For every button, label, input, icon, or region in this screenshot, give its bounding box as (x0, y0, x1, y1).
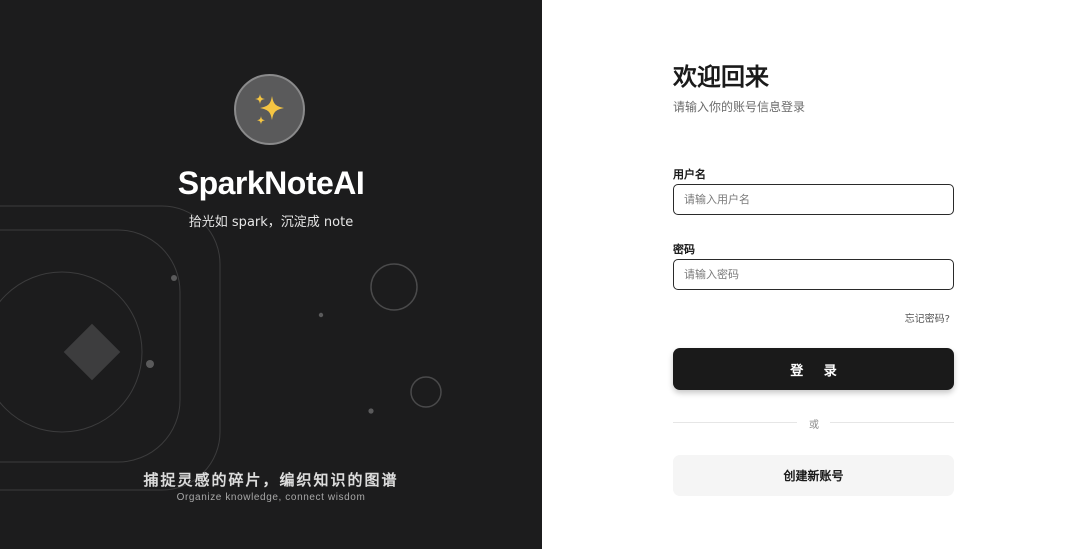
deco-diamond (63, 323, 121, 381)
login-panel: 欢迎回来 请输入你的账号信息登录 用户名 密码 忘记密码? 登 录 或 创建新账… (542, 0, 1080, 549)
deco-circle (370, 263, 418, 311)
sparkles-icon (254, 93, 284, 124)
brand-panel: SparkNoteAI 拾光如 spark，沉淀成 note 捕捉灵感的碎片，编… (0, 0, 542, 549)
deco-dot (368, 408, 374, 414)
slogan-chinese: 捕捉灵感的碎片，编织知识的图谱 (143, 471, 399, 489)
password-input[interactable] (673, 259, 954, 290)
divider-or-text: 或 (809, 420, 819, 431)
divider-line-left (673, 422, 797, 423)
password-label: 密码 (673, 243, 695, 256)
page-title: 欢迎回来 (673, 63, 769, 91)
username-input[interactable] (673, 184, 954, 215)
deco-circle (410, 376, 442, 408)
deco-dot (318, 312, 324, 318)
slogan-english: Organize knowledge, connect wisdom (176, 492, 366, 503)
deco-dot (146, 360, 154, 368)
page-subtitle: 请输入你的账号信息登录 (673, 100, 806, 114)
logo (234, 74, 305, 145)
create-account-button[interactable]: 创建新账号 (673, 455, 954, 496)
divider-line-right (830, 422, 954, 423)
forgot-password-link[interactable]: 忘记密码? (673, 310, 950, 325)
deco-dot (171, 275, 177, 281)
brand-tagline: 拾光如 spark，沉淀成 note (188, 215, 354, 230)
username-label: 用户名 (673, 168, 706, 181)
login-button[interactable]: 登 录 (673, 348, 954, 390)
brand-name: SparkNoteAI (177, 165, 365, 201)
